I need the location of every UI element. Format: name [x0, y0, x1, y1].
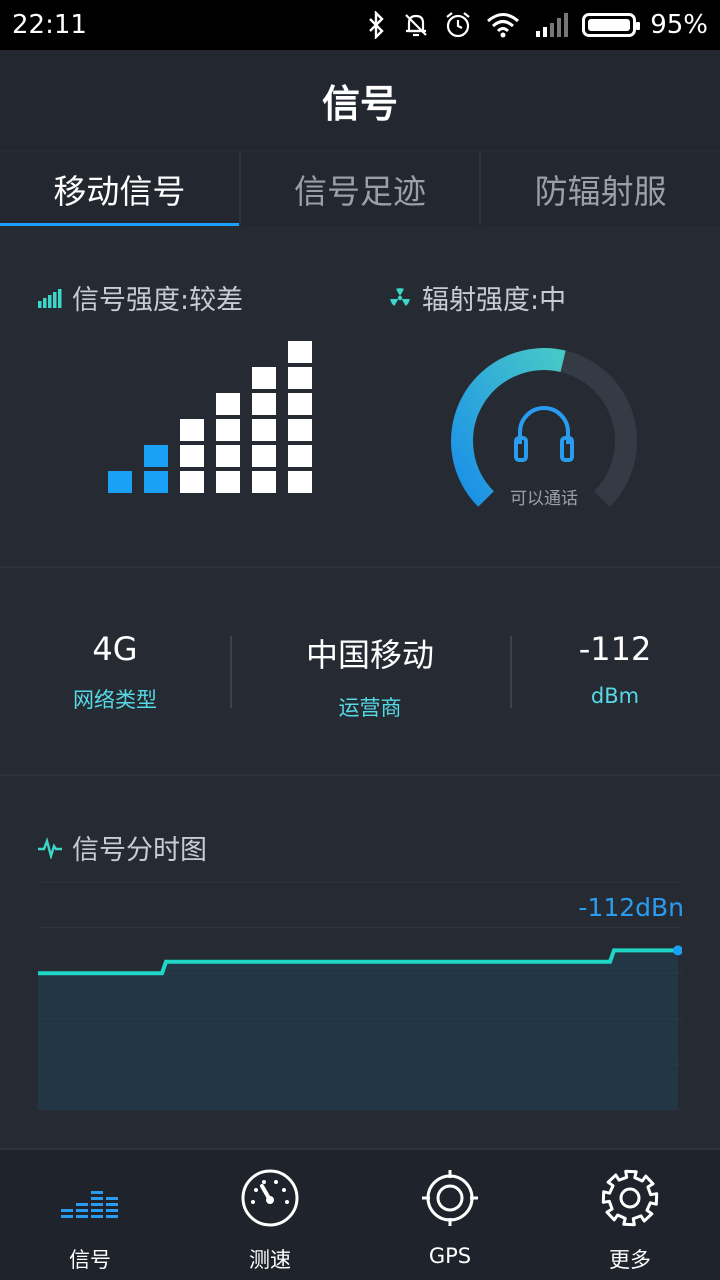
- status-icons: 95%: [366, 10, 708, 40]
- radiation-strength-text: 辐射强度:中: [422, 285, 567, 316]
- nav-item-gps[interactable]: GPS: [360, 1150, 540, 1280]
- signal-bars-icon-segment: [91, 1191, 103, 1194]
- stat-value: -112: [578, 630, 652, 668]
- section-divider: [0, 774, 720, 776]
- stat-label: 网络类型: [73, 688, 157, 712]
- bluetooth-icon: [369, 11, 384, 39]
- nav-item-more[interactable]: 更多: [540, 1150, 720, 1280]
- signal-bars-icon-segment: [106, 1215, 118, 1218]
- battery-icon: [582, 13, 641, 37]
- signal-bar-cell: [252, 419, 276, 441]
- signal-bars-icon-segment: [91, 1215, 103, 1218]
- signal-bar-cell: [288, 419, 312, 441]
- gauge-progress: [451, 348, 566, 507]
- page-title: 信号: [0, 50, 720, 150]
- stat-label: 运营商: [338, 696, 402, 720]
- tab-anti-radiation[interactable]: 防辐射服: [481, 152, 720, 226]
- signal-bars-icon-segment: [91, 1209, 103, 1212]
- signal-bar-cell: [180, 471, 204, 493]
- nav-label: 更多: [609, 1248, 651, 1272]
- signal-bar-cell: [180, 419, 204, 441]
- signal-bar-cell: [288, 341, 312, 363]
- alarm-icon: [446, 12, 470, 38]
- signal-bar-cell: [288, 471, 312, 493]
- radiation-icon: [390, 287, 410, 306]
- network-stats: 4G 网络类型 中国移动 运营商 -112 dBm: [0, 596, 720, 746]
- mute-icon: [405, 14, 427, 37]
- signal-timeline-label: 信号分时图: [38, 828, 207, 867]
- battery-percent: 95%: [650, 10, 708, 40]
- signal-bars-icon-segment: [106, 1209, 118, 1212]
- gear-outline: [601, 1169, 659, 1227]
- tab-signal-footprint[interactable]: 信号足迹: [241, 152, 482, 226]
- signal-bars-icon-segment: [61, 1209, 73, 1212]
- nav-item-signal[interactable]: 信号: [0, 1150, 180, 1280]
- signal-bar-cell: [252, 445, 276, 467]
- section-divider: [0, 566, 720, 568]
- stat-dbm: -112 dBm: [545, 630, 685, 708]
- nav-label: GPS: [428, 1244, 472, 1268]
- signal-timeline-chart: [38, 882, 682, 1110]
- signal-bars-icon-segment: [76, 1215, 88, 1218]
- signal-strength-text: 信号强度:较差: [72, 285, 244, 316]
- signal-bars-icon-segment: [106, 1197, 118, 1200]
- stat-network-type: 4G 网络类型: [40, 630, 190, 714]
- signal-bar-cell: [288, 367, 312, 389]
- tab-mobile-signal[interactable]: 移动信号: [0, 152, 241, 226]
- gauge-caption: 可以通话: [510, 489, 578, 509]
- signal-bar-cell: [144, 471, 168, 493]
- signal-bar-cell: [108, 471, 132, 493]
- gear-icon: [601, 1169, 659, 1227]
- bottom-nav: 信号 测速 GPS 更多: [0, 1148, 720, 1280]
- gear-hub: [619, 1187, 641, 1209]
- signal-bars-small-icon: [38, 288, 62, 308]
- tab-bar: 移动信号 信号足迹 防辐射服: [0, 152, 720, 226]
- tab-label: 信号足迹: [294, 172, 426, 211]
- radiation-strength-label: 辐射强度:中: [388, 278, 566, 317]
- speedometer-icon: [241, 1169, 299, 1227]
- wifi-icon: [487, 13, 520, 38]
- signal-bar-cell: [252, 393, 276, 415]
- signal-timeline-text: 信号分时图: [72, 835, 207, 866]
- cell-signal-icon: [536, 13, 569, 37]
- page-title-text: 信号: [321, 81, 398, 126]
- signal-bar-cell: [288, 445, 312, 467]
- status-bar: 22:11 95%: [0, 0, 720, 50]
- signal-bar-cell: [180, 445, 204, 467]
- signal-overview: 信号强度:较差 辐射强度:中 可以通话: [0, 226, 720, 566]
- pulse-icon: [38, 836, 62, 859]
- signal-strength-bars: [108, 341, 312, 493]
- signal-bars-icon-segment: [106, 1203, 118, 1206]
- nav-label: 信号: [69, 1248, 111, 1272]
- signal-bar-cell: [216, 419, 240, 441]
- signal-bar-cell: [216, 471, 240, 493]
- nav-label: 测速: [249, 1248, 291, 1272]
- signal-bar-cell: [144, 445, 168, 467]
- signal-bar-cell: [216, 445, 240, 467]
- crosshair-icon: [422, 1170, 478, 1226]
- signal-bar-cell: [252, 471, 276, 493]
- stat-value: 中国移动: [305, 636, 434, 674]
- signal-bars-icon-segment: [91, 1203, 103, 1206]
- signal-bars-icon-segment: [61, 1215, 73, 1218]
- stat-separator: [230, 636, 232, 708]
- status-time: 22:11: [12, 10, 87, 40]
- signal-bar-cell: [288, 393, 312, 415]
- tab-label: 移动信号: [53, 172, 186, 211]
- signal-bars-icon-segment: [91, 1197, 103, 1200]
- headphones-icon: [514, 406, 574, 462]
- nav-item-speedtest[interactable]: 测速: [180, 1150, 360, 1280]
- stat-value: 4G: [92, 630, 138, 668]
- signal-bar-cell: [216, 393, 240, 415]
- signal-bar-cell: [252, 367, 276, 389]
- signal-bars-icon: [61, 1191, 118, 1218]
- signal-bars-icon-segment: [76, 1203, 88, 1206]
- stat-carrier: 中国移动 运营商: [280, 630, 460, 722]
- signal-strength-label: 信号强度:较差: [38, 278, 243, 317]
- stat-label: dBm: [590, 684, 640, 708]
- tab-label: 防辐射服: [534, 172, 667, 211]
- signal-bars-icon-segment: [76, 1209, 88, 1212]
- stat-separator: [510, 636, 512, 708]
